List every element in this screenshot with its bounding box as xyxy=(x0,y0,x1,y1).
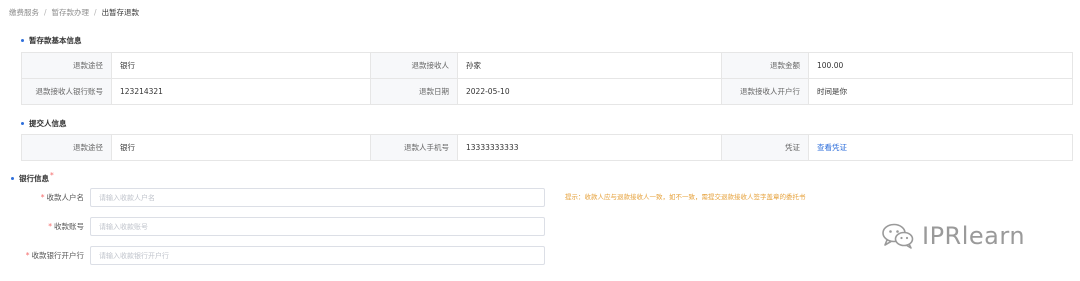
section-bullet-icon xyxy=(11,176,14,180)
recipient-hint-text: 提示：收款人应与退款接收人一致，如不一致，需提交退款接收人签字盖章的委托书 xyxy=(565,193,806,201)
value-voucher: 查看凭证 xyxy=(808,134,1073,161)
breadcrumb: 缴费服务 / 暂存款办理 / 出暂存退款 xyxy=(9,7,139,18)
breadcrumb-separator: / xyxy=(44,8,47,17)
value-refund-amount: 100.00 xyxy=(808,52,1073,79)
basic-info-table: 退款途径 银行 退款接收人 孙家 退款金额 100.00 退款接收人银行账号 1… xyxy=(21,52,1073,105)
required-asterisk: * xyxy=(48,222,52,231)
form-label-opening-bank: * 收款银行开户行 xyxy=(25,251,84,260)
table-row: 退款途径 银行 退款人手机号 13333333333 凭证 查看凭证 xyxy=(21,134,1073,161)
value-submitter-phone: 13333333333 xyxy=(457,134,722,161)
breadcrumb-item-service[interactable]: 缴费服务 xyxy=(9,8,39,17)
breadcrumb-item-deposit[interactable]: 暂存款办理 xyxy=(52,8,90,17)
breadcrumb-item-current: 出暂存退款 xyxy=(101,8,140,17)
value-refund-recipient: 孙家 xyxy=(457,52,722,79)
wechat-icon xyxy=(882,223,914,249)
value-recipient-bank: 时间是你 xyxy=(808,78,1073,105)
form-label-account-number: * 收款账号 xyxy=(48,222,84,231)
value-refund-date: 2022-05-10 xyxy=(457,78,722,105)
opening-bank-input[interactable] xyxy=(90,246,545,265)
section-title-basic-info: 暂存款基本信息 xyxy=(21,35,82,46)
section-bullet-icon xyxy=(21,121,24,125)
section-bullet-icon xyxy=(21,38,24,42)
section-title-text: 暂存款基本信息 xyxy=(29,36,82,45)
label-refund-recipient: 退款接收人 xyxy=(370,52,458,79)
section-title-text: 提交人信息 xyxy=(29,119,67,128)
required-asterisk: * xyxy=(25,251,30,260)
label-voucher: 凭证 xyxy=(721,134,809,161)
watermark: IPRlearn xyxy=(880,220,1025,252)
required-asterisk: * xyxy=(50,171,54,180)
view-voucher-link[interactable]: 查看凭证 xyxy=(817,143,847,152)
label-submit-refund-method: 退款途径 xyxy=(21,134,112,161)
breadcrumb-separator: / xyxy=(94,8,97,17)
label-recipient-account: 退款接收人银行账号 xyxy=(21,78,112,105)
section-title-submitter-info: 提交人信息 xyxy=(21,118,67,129)
account-number-input[interactable] xyxy=(90,217,545,236)
watermark-text: IPRlearn xyxy=(922,222,1026,250)
label-refund-date: 退款日期 xyxy=(370,78,458,105)
submitter-info-table: 退款途径 银行 退款人手机号 13333333333 凭证 查看凭证 xyxy=(21,134,1073,161)
label-submitter-phone: 退款人手机号 xyxy=(370,134,458,161)
table-row: 退款接收人银行账号 123214321 退款日期 2022-05-10 退款接收… xyxy=(21,78,1073,105)
form-row-account-name: *收款人户名 提示：收款人应与退款接收人一致，如不一致，需提交退款接收人签字盖章… xyxy=(0,188,1080,207)
label-recipient-bank: 退款接收人开户行 xyxy=(721,78,809,105)
table-row: 退款途径 银行 退款接收人 孙家 退款金额 100.00 xyxy=(21,52,1073,79)
required-asterisk: * xyxy=(40,193,45,202)
form-label-account-name: * 收款人户名 xyxy=(40,193,84,202)
value-submit-refund-method: 银行 xyxy=(111,134,371,161)
section-title-text: 银行信息 xyxy=(19,174,49,183)
label-refund-amount: 退款金额 xyxy=(721,52,809,79)
value-refund-method: 银行 xyxy=(111,52,371,79)
value-recipient-account: 123214321 xyxy=(111,78,371,105)
section-title-bank-info: 银行信息* xyxy=(11,171,54,184)
label-refund-method: 退款途径 xyxy=(21,52,112,79)
account-name-input[interactable] xyxy=(90,188,545,207)
